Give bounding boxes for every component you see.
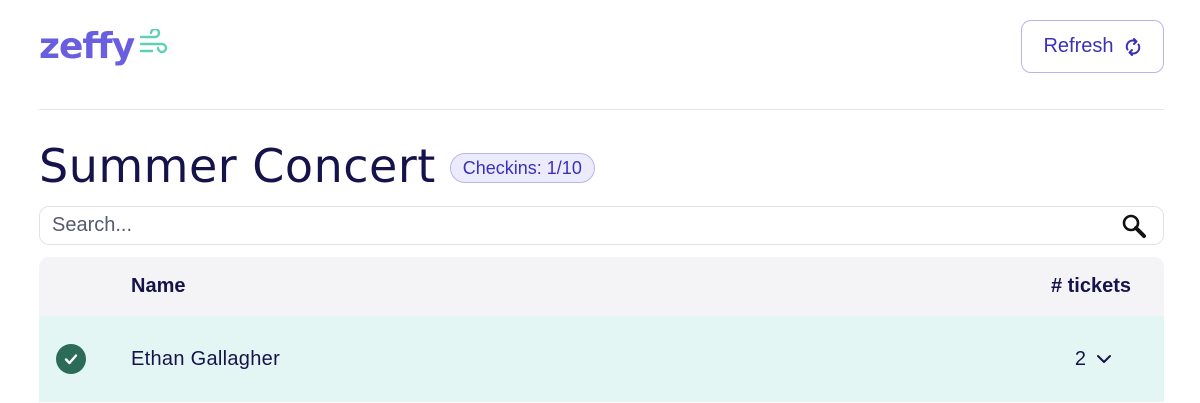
checkin-page: zeffy Refresh Summer Concert Checkins: 1… <box>0 0 1200 403</box>
tickets-dropdown[interactable]: 2 <box>1075 348 1112 371</box>
search-bar <box>39 206 1164 245</box>
checkins-badge: Checkins: 1/10 <box>449 153 595 183</box>
checked-in-icon[interactable] <box>56 344 86 374</box>
zeffy-logo[interactable]: zeffy <box>39 27 168 67</box>
table-header: Name # tickets <box>39 257 1164 316</box>
logo-wordmark: zeffy <box>39 26 135 67</box>
table-row[interactable]: Ethan Gallagher 2 <box>39 316 1164 402</box>
title-row: Summer Concert Checkins: 1/10 <box>39 138 1164 194</box>
attendee-table: Name # tickets Ethan Gallagher 2 <box>39 257 1164 402</box>
refresh-button[interactable]: Refresh <box>1021 20 1164 73</box>
app-header: zeffy Refresh <box>39 0 1164 110</box>
chevron-down-icon <box>1097 355 1111 363</box>
ticket-count: 2 <box>1074 347 1086 370</box>
refresh-label: Refresh <box>1043 35 1114 57</box>
wind-icon <box>139 29 168 54</box>
search-icon[interactable] <box>1121 213 1147 244</box>
attendee-name: Ethan Gallagher <box>131 347 281 370</box>
page-title: Summer Concert <box>39 139 436 193</box>
column-header-tickets[interactable]: # tickets <box>1051 275 1131 298</box>
search-input[interactable] <box>40 207 1100 244</box>
refresh-icon <box>1124 37 1142 57</box>
column-header-name[interactable]: Name <box>131 275 185 298</box>
